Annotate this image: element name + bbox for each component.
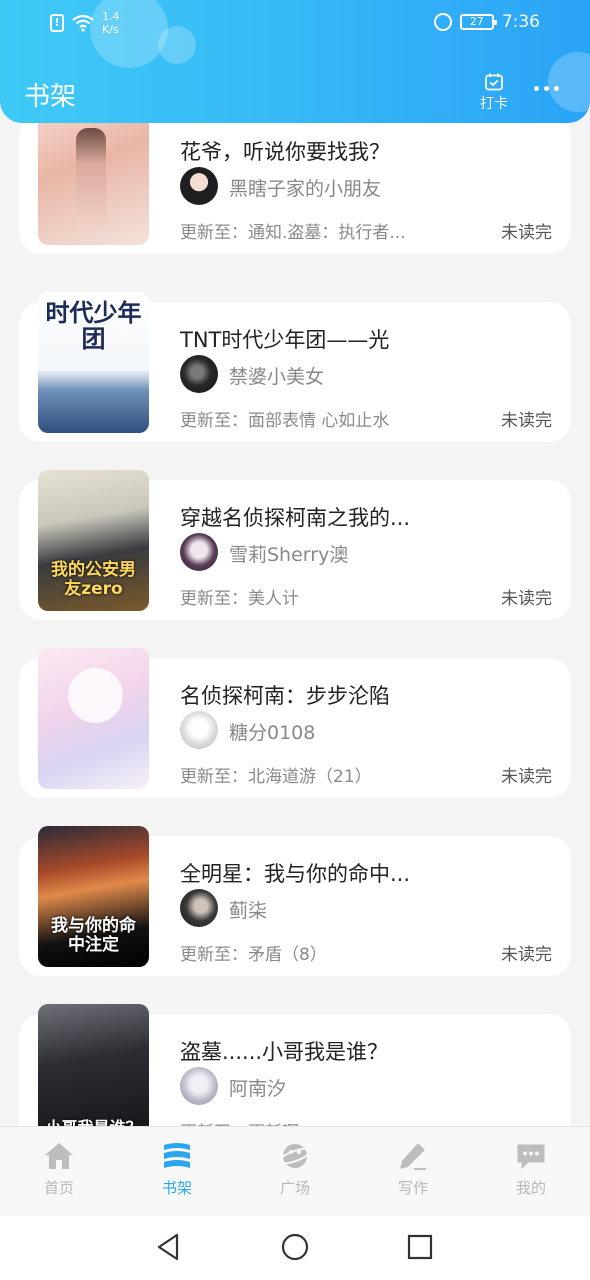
book-cover: 小哥我是谁？ xyxy=(38,1004,149,1126)
nav-write[interactable]: 写作 xyxy=(373,1141,453,1198)
checkin-label: 打卡 xyxy=(480,96,508,112)
book-title: 盗墓......小哥我是谁？ xyxy=(180,1040,389,1064)
alert-icon: ! xyxy=(50,14,64,32)
app-header: ! 1.4 K/s 27 7:36 书架 打卡 xyxy=(0,0,590,123)
update-info: 更新至：面部表情 心如止水 xyxy=(180,411,390,431)
cover-title: 小哥我是谁？ xyxy=(44,1118,143,1126)
bookshelf-icon xyxy=(164,1143,190,1168)
cover-title: 我与你的命中注定 xyxy=(51,916,136,955)
author-name: 黑瞎子家的小朋友 xyxy=(229,178,382,200)
system-nav-bar xyxy=(0,1216,590,1280)
recents-square-icon[interactable] xyxy=(406,1232,434,1262)
cover-title: 我的公安男友zero xyxy=(51,560,136,599)
nav-mine[interactable]: 我的 xyxy=(491,1141,571,1198)
bottom-nav: 首页 书架 广场 写作 我的 xyxy=(0,1126,590,1216)
book-cover: 时代少年团 xyxy=(38,292,149,433)
pen-icon xyxy=(400,1143,426,1170)
read-status: 未读完 xyxy=(501,223,552,243)
author-name: 禁婆小美女 xyxy=(229,366,325,388)
book-cover xyxy=(38,110,149,245)
book-card[interactable]: 我的公安男友zero 穿越名侦探柯南之我的... 雪莉Sherry澳 更新至：美… xyxy=(19,470,571,620)
book-title: 穿越名侦探柯南之我的... xyxy=(180,506,411,530)
cover-title: 时代少年团 xyxy=(45,299,142,353)
author-name: 蓟柒 xyxy=(229,900,268,922)
read-status: 未读完 xyxy=(501,589,552,609)
author-name: 糖分0108 xyxy=(229,722,316,744)
book-title: 名侦探柯南：步步沦陷 xyxy=(180,684,390,708)
alarm-icon xyxy=(433,13,452,31)
back-icon[interactable] xyxy=(155,1232,183,1262)
nav-label: 我的 xyxy=(515,1179,546,1197)
home-circle-icon[interactable] xyxy=(280,1232,310,1262)
update-info: 更新至：矛盾（8） xyxy=(180,945,327,965)
nav-label: 首页 xyxy=(43,1179,74,1197)
bookshelf-list[interactable]: 花爷，听说你要找我？ 黑瞎子家的小朋友 更新至：通知.盗墓：执行者... 未读完… xyxy=(0,0,590,1126)
update-info: 更新至：通知.盗墓：执行者... xyxy=(180,223,406,243)
read-status: 未读完 xyxy=(501,767,552,787)
nav-square[interactable]: 广场 xyxy=(255,1141,335,1198)
network-speed: 1.4 K/s xyxy=(102,10,120,36)
book-card[interactable]: 时代少年团 TNT时代少年团——光 禁婆小美女 更新至：面部表情 心如止水 未读… xyxy=(19,292,571,442)
book-title: 全明星：我与你的命中... xyxy=(180,862,411,886)
calendar-check-icon xyxy=(485,73,503,91)
book-card[interactable]: 小哥我是谁？ 盗墓......小哥我是谁？ 阿南汐 更新至：更新啊 xyxy=(19,1004,571,1126)
nav-home[interactable]: 首页 xyxy=(19,1141,99,1198)
book-title: TNT时代少年团——光 xyxy=(180,328,390,352)
book-card[interactable]: 名侦探柯南：步步沦陷 糖分0108 更新至：北海道游（21） 未读完 xyxy=(19,648,571,798)
nav-label: 书架 xyxy=(161,1179,192,1197)
read-status: 未读完 xyxy=(501,945,552,965)
author-avatar xyxy=(180,167,218,205)
nav-bookshelf[interactable]: 书架 xyxy=(137,1141,217,1198)
nav-label: 广场 xyxy=(279,1179,310,1197)
home-icon xyxy=(45,1143,73,1169)
book-cover: 我的公安男友zero xyxy=(38,470,149,611)
author-name: 阿南汐 xyxy=(229,1078,287,1100)
dot-icon xyxy=(554,86,559,91)
page-title: 书架 xyxy=(24,82,77,112)
clock: 7:36 xyxy=(501,12,540,32)
author-avatar xyxy=(180,355,218,393)
update-info: 更新至：更新啊 xyxy=(180,1118,470,1126)
author-avatar xyxy=(180,1067,218,1105)
dot-icon xyxy=(544,86,549,91)
wifi-icon xyxy=(72,14,94,32)
author-avatar xyxy=(180,711,218,749)
speed-unit: K/s xyxy=(102,23,119,36)
dot-icon xyxy=(534,86,539,91)
nav-label: 写作 xyxy=(397,1179,428,1197)
battery-indicator: 27 xyxy=(459,14,497,30)
checkin-button[interactable]: 打卡 xyxy=(476,72,512,113)
book-title: 花爷，听说你要找我？ xyxy=(180,140,390,164)
book-cover: 我与你的命中注定 xyxy=(38,826,149,967)
speed-value: 1.4 xyxy=(102,10,120,23)
author-avatar xyxy=(180,533,218,571)
planet-icon xyxy=(278,1144,312,1168)
author-avatar xyxy=(180,889,218,927)
book-card[interactable]: 我与你的命中注定 全明星：我与你的命中... 蓟柒 更新至：矛盾（8） 未读完 xyxy=(19,826,571,976)
status-bar: ! 1.4 K/s 27 7:36 xyxy=(0,0,590,48)
author-name: 雪莉Sherry澳 xyxy=(229,544,349,566)
book-card[interactable]: 花爷，听说你要找我？ 黑瞎子家的小朋友 更新至：通知.盗墓：执行者... 未读完 xyxy=(19,110,571,254)
update-info: 更新至：美人计 xyxy=(180,589,299,609)
update-info: 更新至：北海道游（21） xyxy=(180,767,372,787)
chat-bubble-icon xyxy=(517,1144,545,1169)
book-cover xyxy=(38,648,149,789)
more-menu-button[interactable] xyxy=(534,86,559,91)
read-status: 未读完 xyxy=(501,411,552,431)
decor-bubble xyxy=(548,52,590,112)
